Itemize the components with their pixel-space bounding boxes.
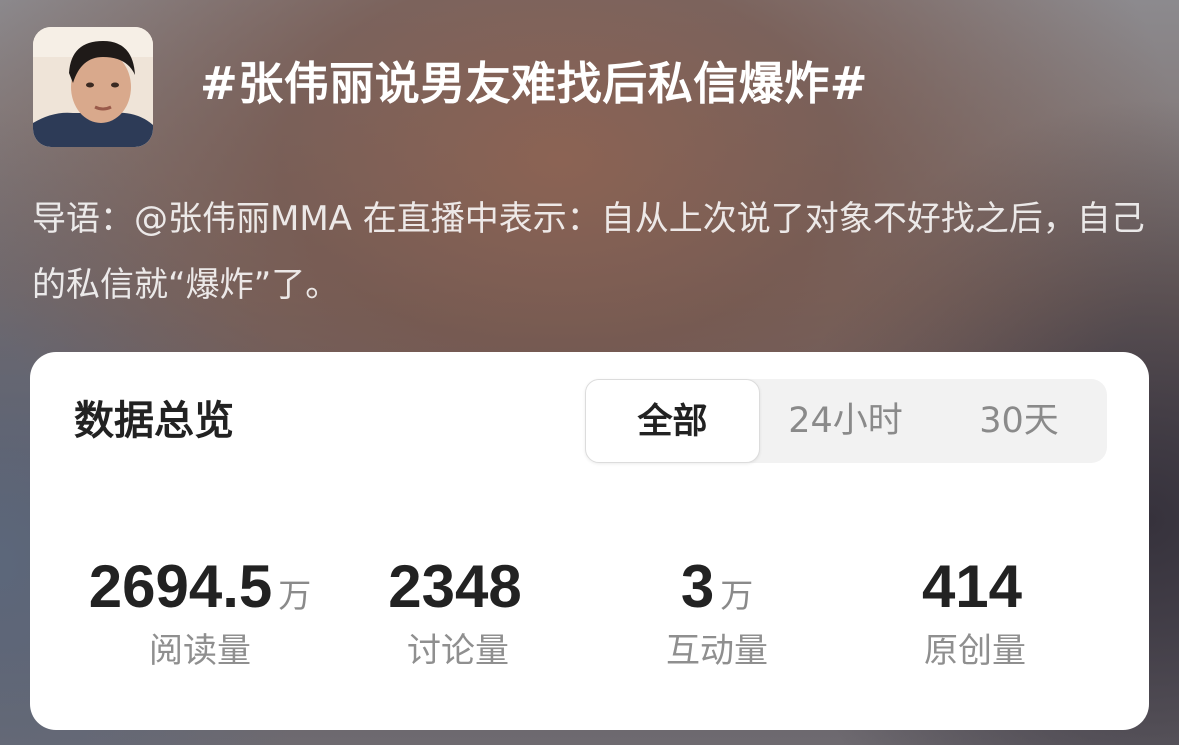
time-range-segmented-control: 全部 24小时 30天 — [585, 379, 1107, 463]
stat-reads-label: 阅读量 — [149, 631, 251, 671]
stat-discussions-value: 2348 — [388, 553, 522, 620]
stat-interactions: 3万 互动量 — [592, 552, 842, 674]
tab-all[interactable]: 全部 — [585, 379, 760, 463]
stat-interactions-label: 互动量 — [666, 631, 768, 671]
stat-originals-label: 原创量 — [924, 631, 1026, 671]
stat-reads-unit: 万 — [278, 576, 312, 615]
topic-intro: 导语：@张伟丽MMA 在直播中表示：自从上次说了对象不好找之后，自己的私信就“爆… — [32, 199, 1145, 305]
tab-24h[interactable]: 24小时 — [760, 379, 931, 463]
stat-originals-value: 414 — [921, 553, 1023, 620]
overview-title: 数据总览 — [74, 398, 234, 444]
stat-reads-value: 2694.5 — [88, 553, 273, 620]
stat-discussions: 2348 讨论量 — [333, 552, 583, 674]
topic-title: #张伟丽说男友难找后私信爆炸# — [200, 57, 868, 110]
user-avatar-icon — [33, 27, 153, 147]
stat-interactions-value: 3 — [680, 553, 715, 620]
stat-originals: 414 原创量 — [850, 552, 1100, 674]
stat-discussions-label: 讨论量 — [407, 631, 509, 671]
stat-reads: 2694.5 万 阅读量 — [75, 552, 325, 674]
data-overview-card: 数据总览 全部 24小时 30天 2694.5 万 阅读量 2348 讨论量 3万… — [30, 352, 1149, 730]
tab-30d[interactable]: 30天 — [931, 379, 1107, 463]
stat-interactions-unit: 万 — [720, 576, 754, 615]
avatar[interactable] — [33, 27, 153, 147]
